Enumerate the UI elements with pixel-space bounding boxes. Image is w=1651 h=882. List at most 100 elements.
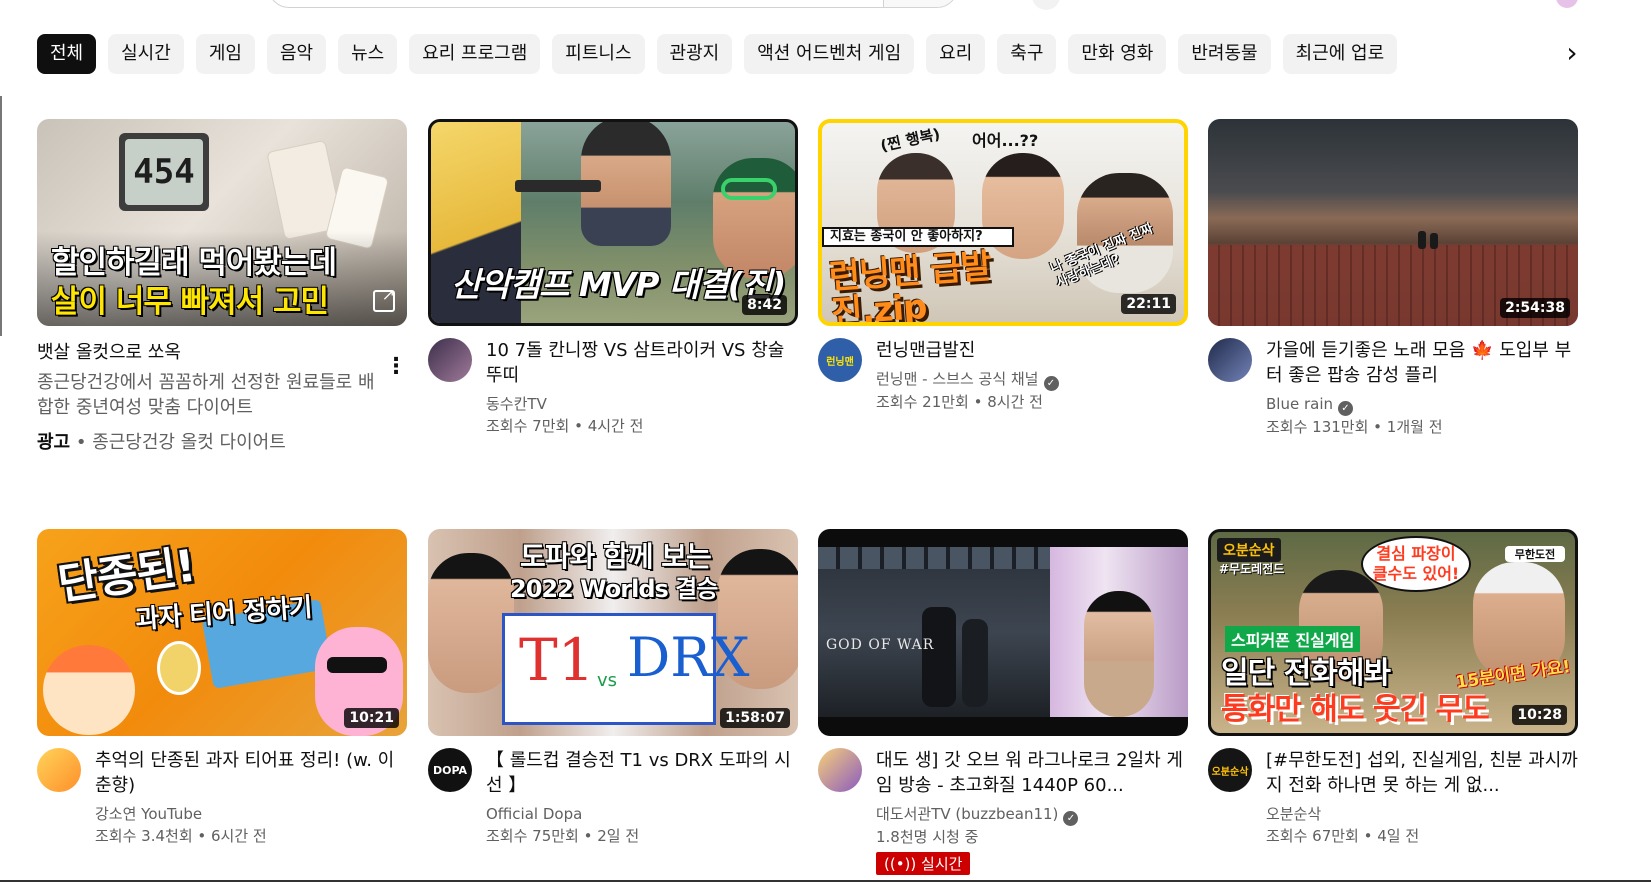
channel-avatar[interactable]	[428, 338, 472, 382]
video-card[interactable]: 지효는 종국이 안 좋아하지? (찐 행복) 어어...?? 나 종국이 진짜 …	[818, 119, 1188, 413]
video-thumbnail[interactable]: 지효는 종국이 안 좋아하지? (찐 행복) 어어...?? 나 종국이 진짜 …	[818, 119, 1188, 326]
video-thumbnail[interactable]: 산악캠프 MVP 대결(진) 8:42	[428, 119, 798, 326]
channel-name[interactable]: Official Dopa	[486, 804, 798, 825]
video-card[interactable]: 단종된! 과자 티어 정하기 10:21 추억의 단종된 과자 티어표 정리! …	[37, 529, 407, 847]
board-right: DRX	[627, 626, 750, 689]
chip-action-adventure[interactable]: 액션 어드벤처 게임	[744, 34, 915, 74]
channel-name[interactable]: 동수칸TV	[486, 394, 798, 415]
duration-badge: 8:42	[742, 295, 787, 315]
video-title[interactable]: 런닝맨급발진	[876, 338, 1188, 363]
live-viewers: 1.8천명 시청 중	[876, 828, 979, 846]
game-menu-bar	[818, 547, 1050, 569]
video-thumbnail[interactable]: GOD OF WAR	[818, 529, 1188, 736]
video-stats: 조회수 21만회 • 8시간 전	[876, 393, 1043, 411]
video-stats: 조회수 7만회 • 4시간 전	[486, 417, 644, 435]
channel-avatar[interactable]: 오분순삭	[1208, 748, 1252, 792]
chip-animation[interactable]: 만화 영화	[1068, 34, 1167, 74]
video-title[interactable]: 【 롤드컵 결승전 T1 vs DRX 도파의 시선 】	[486, 748, 798, 798]
game-character	[962, 619, 988, 707]
ad-title[interactable]: 뱃살 올컷으로 쏘옥	[37, 338, 407, 364]
video-card[interactable]: GOD OF WAR 대도 생] 갓 오브 워 라그나로크 2일차 게임 방송 …	[818, 529, 1188, 875]
duration-badge: 10:28	[1512, 705, 1567, 725]
chip-soccer[interactable]: 축구	[997, 34, 1057, 74]
channel-row: 런닝맨 - 스브스 공식 채널 ✓	[876, 369, 1188, 391]
cartoon-character	[43, 645, 135, 735]
silhouette	[1418, 231, 1426, 249]
channel-avatar[interactable]: 런닝맨	[818, 338, 862, 382]
channel-name[interactable]: 대도서관TV (buzzbean11)	[876, 805, 1058, 823]
video-title[interactable]: 추억의 단종된 과자 티어표 정리! (w. 이춘향)	[95, 748, 407, 798]
video-thumbnail[interactable]: 오분순삭 #무도레전드 결심 파장이 클수도 있어! 무한도전 스피커폰 진실게…	[1208, 529, 1578, 736]
thumb-title: 산악캠프 MVP 대결(진)	[451, 265, 786, 304]
channel-avatar[interactable]	[818, 748, 862, 792]
video-card[interactable]: T1 vs DRX 도파와 함께 보는 2022 Worlds 결승 1:58:…	[428, 529, 798, 847]
chip-cooking-shows[interactable]: 요리 프로그램	[409, 34, 541, 74]
video-title[interactable]: 10 7돌 칸니짱 VS 삼트라이커 VS 창술 뚜띠	[486, 338, 798, 388]
external-link-icon[interactable]	[373, 285, 395, 312]
game-character	[922, 607, 956, 707]
channel-name[interactable]: Blue rain	[1266, 395, 1333, 413]
channel-avatar[interactable]	[1208, 338, 1252, 382]
channel-name[interactable]: 런닝맨 - 스브스 공식 채널	[876, 370, 1039, 388]
chip-pets[interactable]: 반려동물	[1178, 34, 1271, 74]
gun-shape	[515, 180, 601, 192]
chip-fitness[interactable]: 피트니스	[552, 34, 645, 74]
chip-live[interactable]: 실시간	[108, 34, 184, 74]
video-title[interactable]: 가을에 듣기좋은 노래 모음 🍁 도입부 부터 좋은 팝송 감성 플리	[1266, 338, 1578, 388]
video-thumbnail[interactable]: 2:54:38	[1208, 119, 1578, 326]
video-stats: 조회수 67만회 • 4일 전	[1266, 827, 1420, 845]
duration-badge: 22:11	[1121, 294, 1176, 314]
thumb-bubble: 어어...??	[972, 131, 1039, 150]
chip-music[interactable]: 음악	[266, 34, 327, 74]
channel-name[interactable]: 오분순삭	[1266, 804, 1578, 825]
ad-thumbnail[interactable]: 454 할인하길래 먹어봤는데 살이 너무 빠져서 고민	[37, 119, 407, 326]
video-stats: 조회수 131만회 • 1개월 전	[1266, 418, 1443, 436]
chip-recently-uploaded[interactable]: 최근에 업로	[1282, 34, 1398, 74]
chip-cooking[interactable]: 요리	[926, 34, 986, 74]
thumb-bubble: (찐 행복)	[878, 124, 942, 156]
ad-footer: 광고 • 종근당건강 올컷 다이어트	[37, 432, 286, 453]
channel-avatar[interactable]: DOPA	[428, 748, 472, 792]
video-title[interactable]: 대도 생] 갓 오브 워 라그나로크 2일차 게임 방송 - 초고화질 1440…	[876, 748, 1188, 798]
board-mid: vs	[597, 670, 618, 691]
ad-label: 광고	[37, 432, 71, 453]
video-stats: 조회수 75만회 • 2일 전	[486, 827, 640, 845]
sunglasses	[327, 657, 387, 673]
ad-sponsor[interactable]: 종근당건강 올컷 다이어트	[92, 432, 286, 453]
user-avatar[interactable]	[1556, 0, 1578, 8]
search-box[interactable]	[268, 0, 958, 8]
thumb-caption: 지효는 종국이 안 좋아하지?	[822, 227, 1014, 247]
chip-tourist-spots[interactable]: 관광지	[656, 34, 733, 74]
video-thumbnail[interactable]: T1 vs DRX 도파와 함께 보는 2022 Worlds 결승 1:58:…	[428, 529, 798, 736]
avatar-text: 런닝맨	[826, 356, 854, 368]
more-vert-icon[interactable]: ⋮	[385, 354, 407, 379]
video-card[interactable]: 2:54:38 가을에 듣기좋은 노래 모음 🍁 도입부 부터 좋은 팝송 감성…	[1208, 119, 1578, 438]
video-card[interactable]: 산악캠프 MVP 대결(진) 8:42 10 7돌 칸니짱 VS 삼트라이커 V…	[428, 119, 798, 437]
ad-card[interactable]: 454 할인하길래 먹어봤는데 살이 너무 빠져서 고민 뱃살 올컷으로 쏘옥 …	[37, 119, 407, 454]
voice-search-button[interactable]	[1032, 0, 1060, 10]
chip-news[interactable]: 뉴스	[338, 34, 398, 74]
tv-board: T1 vs DRX	[502, 613, 749, 725]
avatar-text: 오분순삭	[1211, 766, 1249, 778]
video-title[interactable]: [#무한도전] 섭외, 진실게임, 친분 과시까지 전화 하나면 못 하는 게 …	[1266, 748, 1578, 798]
snack-egg	[157, 641, 201, 695]
duration-badge: 1:58:07	[720, 708, 790, 728]
channel-avatar[interactable]	[37, 748, 81, 792]
chip-bar: 전체 실시간 게임 음악 뉴스 요리 프로그램 피트니스 관광지 액션 어드벤처 게임 요리 축구 만…	[37, 34, 1547, 74]
verified-icon: ✓	[1043, 376, 1059, 391]
ad-thumb-line2: 살이 너무 빠져서 고민	[51, 284, 329, 320]
chip-games[interactable]: 게임	[195, 34, 255, 74]
search-button[interactable]	[883, 0, 957, 7]
chip-all[interactable]: 전체	[37, 34, 97, 74]
channel-badge: 오분순삭	[1217, 538, 1281, 562]
channel-name[interactable]: 강소연 YouTube	[95, 804, 407, 825]
thumb-tag: #무도레전드	[1219, 562, 1285, 576]
chevron-right-icon[interactable]: ›	[1555, 38, 1589, 72]
duration-badge: 2:54:38	[1500, 298, 1570, 318]
live-icon: ((•))	[884, 855, 917, 873]
channel-row: 대도서관TV (buzzbean11) ✓	[876, 804, 1188, 826]
video-card[interactable]: 오분순삭 #무도레전드 결심 파장이 클수도 있어! 무한도전 스피커폰 진실게…	[1208, 529, 1578, 847]
video-thumbnail[interactable]: 단종된! 과자 티어 정하기 10:21	[37, 529, 407, 736]
duration-badge: 10:21	[344, 708, 399, 728]
silhouette	[1430, 233, 1438, 249]
